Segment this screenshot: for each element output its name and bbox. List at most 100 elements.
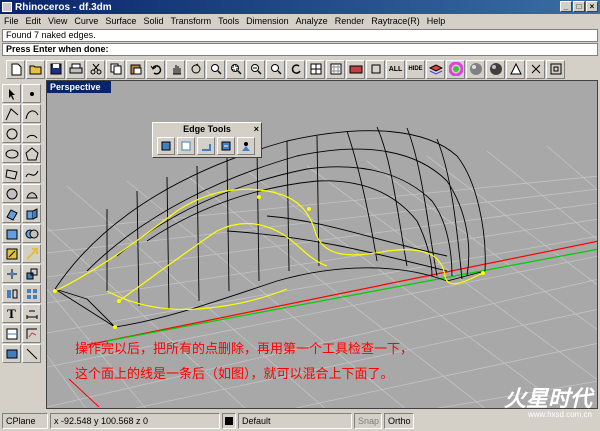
merge-edge-icon[interactable]	[197, 137, 215, 155]
polyline-icon[interactable]	[2, 104, 21, 123]
menu-curve[interactable]: Curve	[74, 16, 98, 26]
menu-solid[interactable]: Solid	[143, 16, 163, 26]
rotate-icon[interactable]	[2, 264, 21, 283]
save-icon[interactable]	[46, 59, 65, 79]
select-icon[interactable]	[2, 84, 21, 103]
join-edge-icon[interactable]	[217, 137, 235, 155]
edge-points	[53, 195, 485, 329]
standard-toolbar: ALL HIDE	[2, 58, 598, 80]
text-icon[interactable]: T	[2, 304, 21, 323]
options-icon[interactable]	[526, 59, 545, 79]
curve-icon[interactable]	[22, 104, 41, 123]
help-icon[interactable]	[546, 59, 565, 79]
zoom-icon[interactable]	[206, 59, 225, 79]
circle-icon[interactable]	[2, 124, 21, 143]
show-edges-icon[interactable]	[157, 137, 175, 155]
sphere-icon[interactable]	[466, 59, 485, 79]
y-axis-line	[106, 248, 597, 342]
viewport-scene	[47, 126, 597, 408]
command-prompt[interactable]: Press Enter when done:	[2, 43, 598, 56]
show-all-icon[interactable]: ALL	[386, 59, 405, 79]
open-icon[interactable]	[26, 59, 45, 79]
solid-box-icon[interactable]	[2, 184, 21, 203]
render-object-icon[interactable]	[2, 344, 21, 363]
print-icon[interactable]	[66, 59, 85, 79]
zoom-window-icon[interactable]	[226, 59, 245, 79]
scale-icon[interactable]	[22, 264, 41, 283]
render-icon[interactable]	[486, 59, 505, 79]
arc-icon[interactable]	[22, 124, 41, 143]
menu-help[interactable]: Help	[427, 16, 446, 26]
menu-dimension[interactable]: Dimension	[246, 16, 289, 26]
annotation-line-2: 这个面上的线是一条后（如图），就可以混合上下面了。	[75, 366, 394, 381]
menu-view[interactable]: View	[48, 16, 67, 26]
watermark-logo: 火星时代	[503, 386, 592, 411]
four-viewports-icon[interactable]	[306, 59, 325, 79]
menu-transform[interactable]: Transform	[170, 16, 211, 26]
edge-tools-close-button[interactable]: ×	[254, 123, 259, 135]
transform-icon[interactable]	[2, 324, 21, 343]
polygon-icon[interactable]	[22, 144, 41, 163]
sphere-solid-icon[interactable]	[22, 184, 41, 203]
rhino-app-icon[interactable]	[2, 2, 12, 12]
layer-icon[interactable]	[426, 59, 445, 79]
close-button[interactable]: ×	[586, 1, 598, 12]
menu-edit[interactable]: Edit	[26, 16, 42, 26]
watermark-url: www.hxsd.com.cn	[527, 410, 592, 419]
array-icon[interactable]	[22, 284, 41, 303]
edge-tools-toolbar: Edge Tools ×	[152, 122, 262, 158]
paste-icon[interactable]	[126, 59, 145, 79]
zoom-extents-icon[interactable]	[246, 59, 265, 79]
boolean-icon[interactable]	[22, 224, 41, 243]
color-wheel-icon[interactable]	[446, 59, 465, 79]
cut-icon[interactable]	[86, 59, 105, 79]
menu-analyze[interactable]: Analyze	[296, 16, 328, 26]
extrude-icon[interactable]	[22, 204, 41, 223]
camera-target-icon[interactable]	[22, 344, 41, 363]
layer-color-swatch[interactable]	[222, 413, 236, 429]
new-icon[interactable]	[6, 59, 25, 79]
perspective-viewport[interactable]: Perspective	[46, 80, 598, 409]
menu-surface[interactable]: Surface	[105, 16, 136, 26]
maximize-button[interactable]: □	[573, 1, 585, 12]
edge-tools-title[interactable]: Edge Tools ×	[153, 123, 261, 135]
grid-icon[interactable]	[326, 59, 345, 79]
pan-icon[interactable]	[166, 59, 185, 79]
cplane-field[interactable]: CPlane	[2, 413, 48, 429]
menu-bar: File Edit View Curve Surface Solid Trans…	[0, 14, 600, 28]
current-layer[interactable]: Default	[238, 413, 352, 429]
menu-raytrace[interactable]: Raytrace(R)	[371, 16, 420, 26]
fillet-icon[interactable]	[2, 224, 21, 243]
split-edge-icon[interactable]	[177, 137, 195, 155]
move-icon[interactable]	[22, 244, 41, 263]
undo-icon[interactable]	[146, 59, 165, 79]
free-curve-icon[interactable]	[22, 164, 41, 183]
dimension-icon[interactable]	[22, 304, 41, 323]
menu-file[interactable]: File	[4, 16, 19, 26]
rebuild-edges-icon[interactable]	[237, 137, 255, 155]
rotate-view-icon[interactable]	[186, 59, 205, 79]
hide-icon[interactable]: HIDE	[406, 59, 425, 79]
rectangle-icon[interactable]	[2, 164, 21, 183]
main-tools-sidebar: T	[2, 84, 46, 409]
menu-render[interactable]: Render	[335, 16, 365, 26]
minimize-button[interactable]: _	[560, 1, 572, 12]
annotation-line-1: 操作完以后，把所有的点删除，再用第一个工具检查一下，	[75, 341, 414, 356]
zoom-selected-icon[interactable]	[266, 59, 285, 79]
copy-icon[interactable]	[106, 59, 125, 79]
snap-toggle[interactable]: Snap	[354, 413, 382, 429]
select-all-icon[interactable]	[366, 59, 385, 79]
mesh-icon[interactable]	[2, 244, 21, 263]
mirror-icon[interactable]	[2, 284, 21, 303]
camera-icon[interactable]	[346, 59, 365, 79]
ortho-toggle[interactable]: Ortho	[384, 413, 414, 429]
analyze-icon[interactable]	[22, 324, 41, 343]
menu-tools[interactable]: Tools	[218, 16, 239, 26]
point-icon[interactable]	[22, 84, 41, 103]
ellipse-icon[interactable]	[2, 144, 21, 163]
x-axis-line	[86, 240, 597, 346]
viewport-title[interactable]: Perspective	[47, 81, 111, 93]
undo-view-icon[interactable]	[286, 59, 305, 79]
surface-icon[interactable]	[2, 204, 21, 223]
light-icon[interactable]	[506, 59, 525, 79]
